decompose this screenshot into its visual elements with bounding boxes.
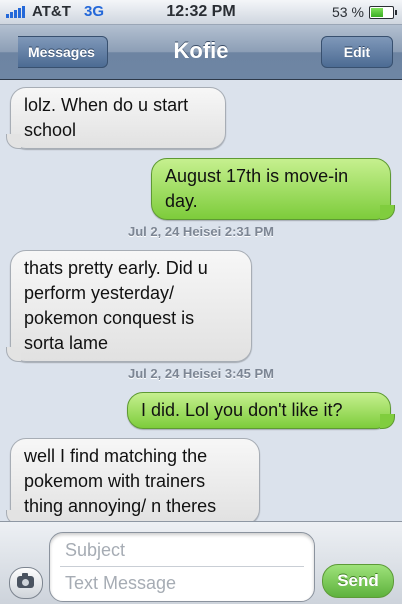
- subject-input[interactable]: [65, 537, 301, 563]
- messages-back-button[interactable]: Messages: [18, 36, 108, 68]
- battery-percentage: 53 %: [332, 4, 364, 20]
- message-text: I did. Lol you don't like it?: [141, 400, 343, 420]
- send-button[interactable]: Send: [322, 564, 394, 598]
- message-timestamp: Jul 2, 24 Heisei 3:45 PM: [128, 366, 274, 381]
- message-thread[interactable]: lolz. When do u start school August 17th…: [0, 80, 402, 521]
- back-button-label: Messages: [28, 44, 95, 60]
- camera-icon: [17, 573, 34, 588]
- edit-button[interactable]: Edit: [321, 36, 393, 68]
- bubble-tail: [380, 205, 395, 220]
- outgoing-message-bubble[interactable]: August 17th is move-in day.: [151, 158, 395, 220]
- message-text: well I find matching the pokemom with tr…: [24, 446, 217, 516]
- outgoing-message-bubble[interactable]: I did. Lol you don't like it?: [127, 392, 395, 429]
- status-bar: AT&T 3G 12:32 PM 53 %: [0, 0, 402, 25]
- navigation-bar: Kofie Messages Edit: [0, 25, 402, 80]
- field-divider: [60, 566, 304, 567]
- battery-icon: [369, 6, 397, 19]
- bubble-tail: [6, 510, 21, 521]
- incoming-message-bubble[interactable]: well I find matching the pokemom with tr…: [6, 438, 260, 521]
- compose-field: [49, 532, 315, 602]
- message-timestamp: Jul 2, 24 Heisei 2:31 PM: [128, 224, 274, 239]
- battery-level-fill: [371, 8, 384, 17]
- message-text: lolz. When do u start school: [24, 95, 189, 140]
- message-text: August 17th is move-in day.: [165, 166, 349, 211]
- camera-button[interactable]: [9, 567, 43, 599]
- text-message-input[interactable]: [65, 570, 301, 596]
- bubble-tail: [6, 347, 21, 362]
- message-text: thats pretty early. Did u perform yester…: [24, 258, 208, 353]
- incoming-message-bubble[interactable]: lolz. When do u start school: [6, 87, 226, 149]
- bubble-tail: [380, 414, 395, 429]
- compose-bar: Send: [0, 521, 402, 604]
- incoming-message-bubble[interactable]: thats pretty early. Did u perform yester…: [6, 250, 252, 362]
- bubble-tail: [6, 134, 21, 149]
